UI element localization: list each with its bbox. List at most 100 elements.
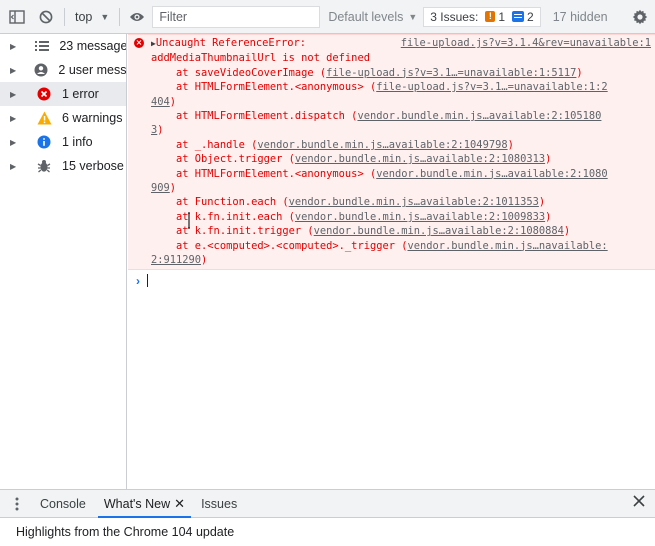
frame-link[interactable]: vendor.bundle.min.js…available:2:1009833 [295, 211, 545, 223]
stack-frame: at e.<computed>.<computed>._trigger (ven… [151, 239, 651, 253]
sidebar-item-label: 6 warnings [62, 111, 123, 125]
frame-link[interactable]: vendor.bundle.min.js…available:2:1049798 [257, 139, 507, 151]
frame-text: at HTMLFormElement.dispatch ( [151, 110, 358, 123]
sidebar-item-errors[interactable]: ▶ 1 error [0, 82, 126, 106]
frame-link[interactable]: vendor.bundle.min.js…available:2:1080313 [295, 153, 545, 165]
frame-text: at _.handle ( [151, 138, 258, 151]
whats-new-content: Highlights from the Chrome 104 update [0, 518, 655, 546]
context-selector[interactable]: top ▼ [71, 10, 113, 24]
frame-link[interactable]: 909 [151, 182, 170, 194]
log-levels-dropdown[interactable]: Default levels ▼ [328, 10, 417, 24]
sidebar-item-warnings[interactable]: ▶ 6 warnings [0, 106, 126, 130]
frame-text: at HTMLFormElement.<anonymous> ( [151, 81, 377, 94]
frame-tail: ) [169, 182, 177, 195]
stack-frame: at _.handle (vendor.bundle.min.js…availa… [151, 138, 651, 152]
frame-tail: ) [576, 66, 583, 79]
sidebar-item-label: 15 verbose [62, 159, 124, 173]
drawer-tabbar: Console What's New ✕ Issues [0, 489, 655, 518]
expand-arrow-icon[interactable]: ▶ [10, 114, 20, 123]
error-line: addMediaThumbnailUrl is not defined [151, 51, 651, 65]
console-toolbar: top ▼ Default levels ▼ 3 Issues: ! 1 2 1… [0, 0, 655, 34]
sidebar-item-user-messages[interactable]: ▶ 2 user mess… [0, 58, 126, 82]
issues-label: 3 Issues: [430, 9, 479, 24]
info-badge-icon [512, 11, 524, 22]
sidebar-item-messages[interactable]: ▶ 23 messages [0, 34, 126, 58]
sidebar-item-label: 1 error [62, 87, 99, 101]
frame-link[interactable]: file-upload.js?v=3.1…=unavailable:1:2 [376, 81, 607, 93]
close-drawer-button[interactable] [633, 495, 645, 510]
tab-label: What's New [103, 496, 171, 511]
frame-text: at k.fn.init.trigger ( [151, 225, 314, 238]
context-label: top [75, 9, 93, 24]
warning-icon [36, 110, 52, 126]
frame-tail: ) [157, 124, 164, 137]
console-settings-button[interactable] [625, 3, 655, 31]
console-prompt[interactable]: › [128, 270, 655, 292]
close-tab-icon[interactable]: ✕ [174, 496, 185, 512]
issues-button[interactable]: 3 Issues: ! 1 2 [423, 6, 541, 27]
stack-frame: 2:911290) [151, 253, 651, 267]
expand-arrow-icon[interactable]: ▶ [10, 162, 20, 171]
stack-frame: at HTMLFormElement.dispatch (vendor.bund… [151, 109, 651, 123]
console-sidebar: ▶ 23 messages ▶ 2 user mess… ▶ 1 error ▶… [0, 34, 127, 489]
error-message[interactable]: × file-upload.js?v=3.1.4&rev=unavailable… [128, 34, 655, 270]
source-link[interactable]: file-upload.js?v=3.1.4&rev=unavailable:1 [401, 36, 651, 50]
tab-whats-new[interactable]: What's New ✕ [97, 490, 192, 518]
live-expression-button[interactable] [126, 3, 148, 31]
filter-input[interactable] [152, 5, 321, 28]
stack-frame: 404) [151, 95, 651, 109]
frame-link[interactable]: file-upload.js?v=3.1…=unavailable:1:5117 [326, 67, 576, 79]
frame-link[interactable]: 2:911290 [151, 254, 201, 266]
bug-icon [36, 158, 52, 174]
frame-tail: ) [201, 254, 208, 267]
frame-tail: ) [507, 138, 514, 151]
frame-text: at e.<computed>.<computed>._trigger ( [151, 239, 408, 252]
expand-arrow-icon[interactable]: ▶ [10, 66, 18, 75]
stack-frame: 909) [151, 181, 651, 195]
text-caret [147, 274, 148, 287]
frame-tail: ) [538, 196, 546, 209]
clear-console-button[interactable] [34, 3, 58, 31]
frame-tail: ) [545, 210, 552, 223]
drawer-menu-button[interactable] [0, 497, 34, 511]
prompt-chevron-icon: › [136, 273, 140, 288]
frame-text: at Object.trigger ( [151, 153, 295, 166]
frame-link[interactable]: 404 [151, 96, 170, 108]
expand-arrow-icon[interactable]: ▶ [10, 90, 20, 99]
frame-link[interactable]: vendor.bundle.min.js…available:2:1080 [376, 168, 607, 180]
sidebar-item-verbose[interactable]: ▶ 15 verbose [0, 154, 126, 178]
whats-new-headline: Highlights from the Chrome 104 update [16, 525, 235, 539]
issues-info-count: 2 [527, 9, 534, 24]
toolbar-divider [64, 7, 65, 26]
mouse-cursor-icon [188, 212, 190, 229]
toolbar-divider [119, 7, 121, 26]
stack-frame: at Object.trigger (vendor.bundle.min.js…… [151, 152, 651, 166]
list-icon [35, 38, 50, 54]
info-icon [36, 134, 52, 150]
frame-link[interactable]: vendor.bundle.min.js…navailable: [407, 240, 607, 252]
frame-link[interactable]: vendor.bundle.min.js…available:2:105180 [357, 110, 601, 122]
tab-issues[interactable]: Issues [195, 490, 243, 518]
frame-text: at HTMLFormElement.<anonymous> ( [151, 167, 377, 180]
expand-arrow-icon[interactable]: ▶ [10, 42, 19, 51]
toggle-sidebar-button[interactable] [0, 3, 34, 31]
issues-warning-count: 1 [498, 9, 505, 24]
eye-icon [130, 12, 145, 21]
sidebar-item-label: 2 user mess… [58, 63, 126, 77]
frame-link[interactable]: vendor.bundle.min.js…available:2:1080884 [314, 225, 564, 237]
sidebar-item-info[interactable]: ▶ 1 info [0, 130, 126, 154]
warning-badge-icon: ! [485, 11, 496, 22]
gear-icon [632, 9, 648, 24]
error-icon [36, 86, 52, 102]
expand-arrow-icon[interactable]: ▶ [10, 138, 20, 147]
stack-frame: 3) [151, 123, 651, 137]
stack-frame: at HTMLFormElement.<anonymous> (file-upl… [151, 80, 651, 94]
sidebar-item-label: 1 info [62, 135, 93, 149]
error-icon: × [134, 38, 144, 48]
error-title: Uncaught ReferenceError: [155, 37, 306, 49]
frame-tail: ) [169, 95, 177, 108]
close-icon [633, 495, 645, 507]
tab-console[interactable]: Console [34, 490, 92, 518]
frame-text: at saveVideoCoverImage ( [151, 66, 327, 79]
frame-link[interactable]: vendor.bundle.min.js…available:2:1011353 [289, 196, 539, 208]
